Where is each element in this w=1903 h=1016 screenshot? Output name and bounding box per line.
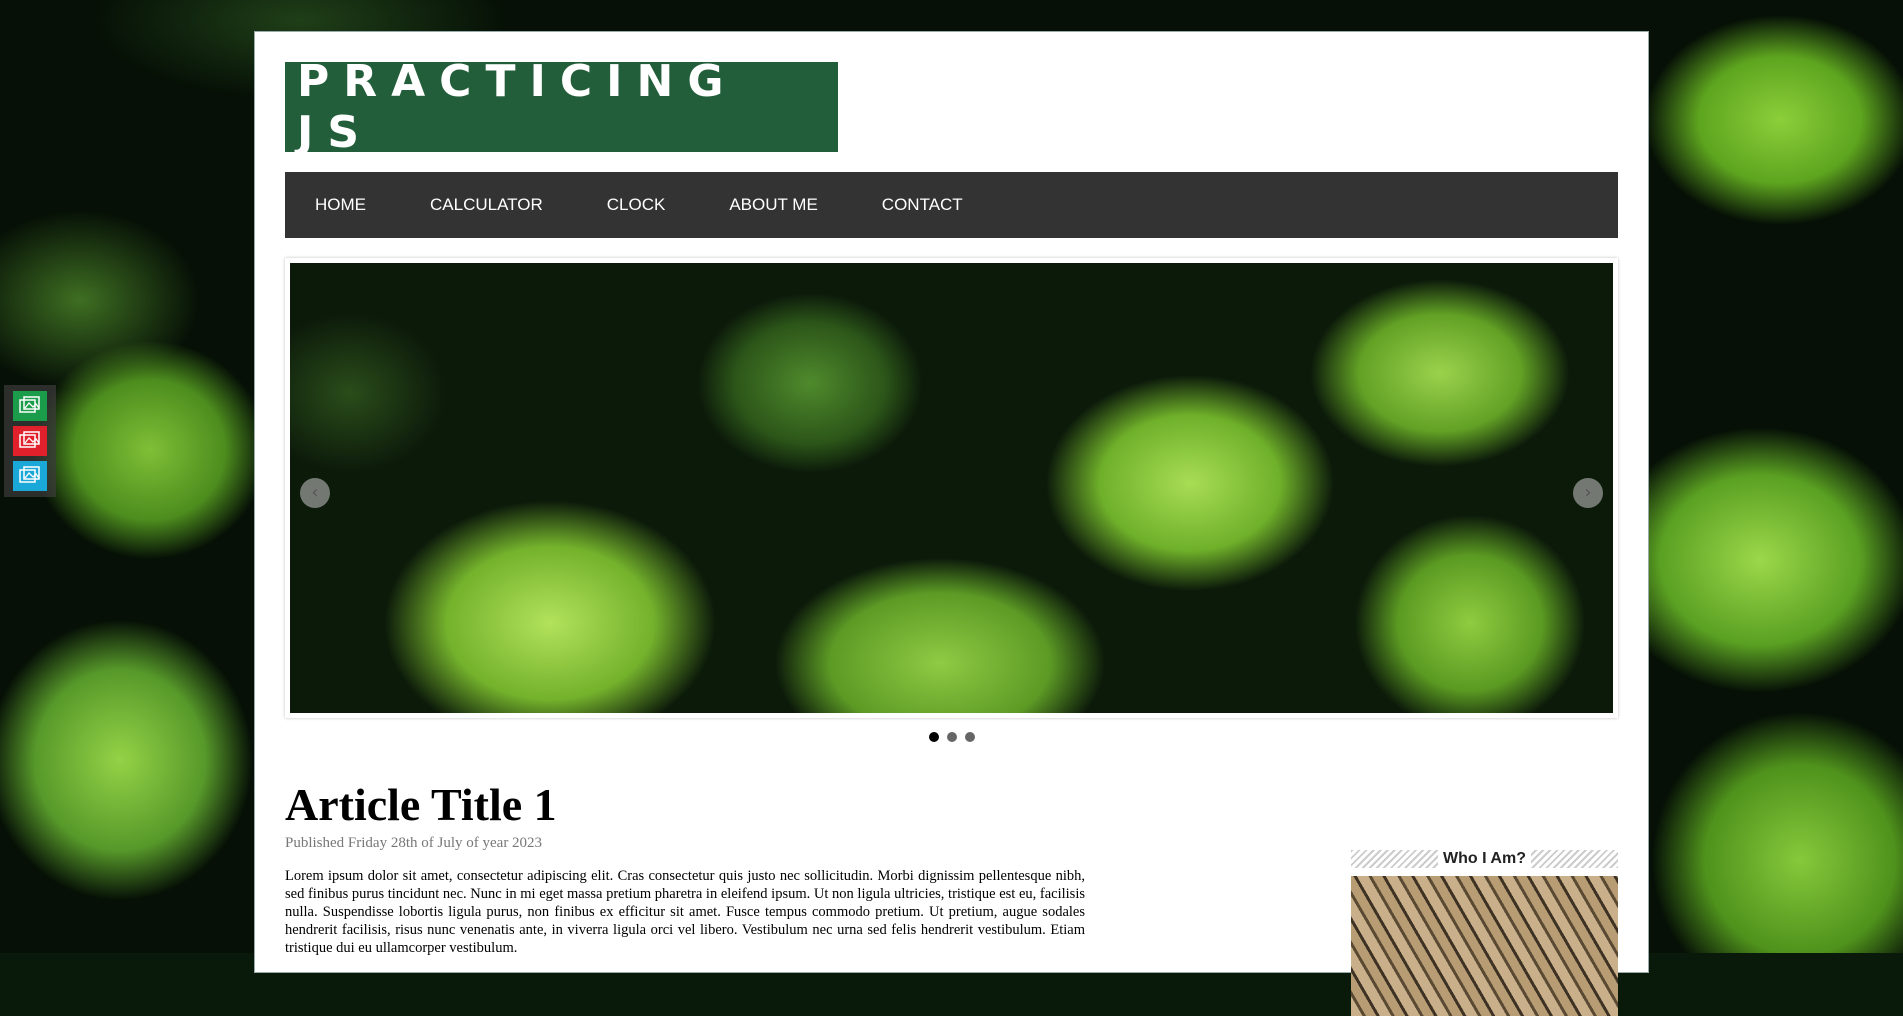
widget-title-text: Who I Am? [1438, 850, 1531, 868]
nav-item-home[interactable]: HOME [315, 195, 366, 215]
theme-switcher [4, 385, 56, 497]
chevron-left-icon[interactable]: ‹ [300, 478, 330, 508]
slider-dots [255, 732, 1648, 742]
article-title[interactable]: Article Title 1 [285, 777, 1085, 833]
image-icon[interactable] [13, 460, 47, 491]
profile-image [1351, 876, 1618, 1016]
image-icon[interactable] [13, 391, 47, 422]
widget-title: Who I Am? [1351, 850, 1618, 868]
sidebar: Who I Am? [1351, 850, 1618, 1016]
article-meta: Published Friday 28th of July of year 20… [285, 835, 543, 851]
image-slider: ‹ › [285, 258, 1618, 718]
slide-image [290, 263, 1613, 713]
article: Article Title 1 Published Friday 28th of… [285, 777, 1085, 957]
article-body: Lorem ipsum dolor sit amet, consectetur … [285, 868, 1085, 956]
chevron-right-icon[interactable]: › [1573, 478, 1603, 508]
nav-item-about-me[interactable]: ABOUT ME [729, 195, 817, 215]
nav-item-calculator[interactable]: CALCULATOR [430, 195, 543, 215]
page-container: PRACTICING JS HOME CALCULATOR CLOCK ABOU… [254, 31, 1649, 1016]
site-logo[interactable]: PRACTICING JS [285, 56, 838, 158]
image-icon[interactable] [13, 425, 47, 456]
slider-dot[interactable] [946, 732, 957, 742]
nav-item-clock[interactable]: CLOCK [607, 195, 666, 215]
nav-item-contact[interactable]: CONTACT [882, 195, 963, 215]
slider-dot[interactable] [928, 732, 939, 742]
main-nav: HOME CALCULATOR CLOCK ABOUT ME CONTACT [285, 172, 1618, 238]
logo-text: PRACTICING JS [297, 56, 738, 158]
slider-dot[interactable] [964, 732, 975, 742]
